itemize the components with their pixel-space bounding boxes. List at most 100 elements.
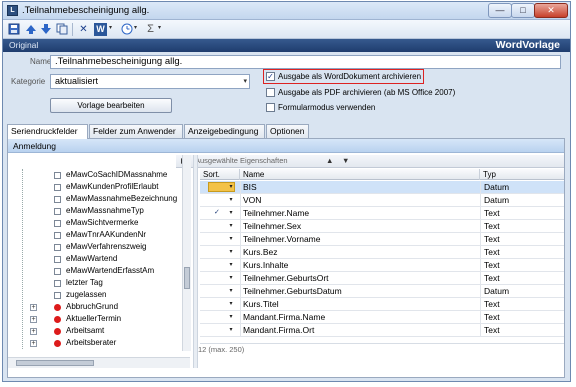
tree-item-checkbox[interactable] bbox=[54, 292, 61, 299]
sort-cell[interactable]: ▾ bbox=[200, 259, 236, 271]
sort-cell[interactable]: ▾ bbox=[200, 233, 236, 245]
move-down-icon[interactable]: ▼ bbox=[342, 156, 349, 165]
expand-icon[interactable]: + bbox=[30, 304, 37, 311]
grid-row[interactable]: ▾ Teilnehmer.GeburtsDatum Datum bbox=[200, 285, 564, 298]
sort-dropdown-icon[interactable]: ▾ bbox=[227, 286, 235, 296]
tree-item-checkbox[interactable] bbox=[54, 208, 61, 215]
section-header[interactable]: Anmeldung bbox=[8, 139, 564, 153]
field-name-cell[interactable]: Kurs.Inhalte bbox=[240, 259, 477, 271]
column-header-typ[interactable]: Typ bbox=[480, 169, 564, 180]
grid-row[interactable]: ✓ ▾ Teilnehmer.Name Text bbox=[200, 207, 564, 220]
sort-dropdown-icon[interactable]: ▾ bbox=[227, 221, 235, 231]
tree-item[interactable]: + Arbeitsamt bbox=[8, 325, 182, 337]
grid-row[interactable]: ▾ VON Datum bbox=[200, 194, 564, 207]
grid-row[interactable]: ▾ Kurs.Bez Text bbox=[200, 246, 564, 259]
grid-row[interactable]: ▾ Kurs.Titel Text bbox=[200, 298, 564, 311]
grid-row[interactable]: ▾ Teilnehmer.GeburtsOrt Text bbox=[200, 272, 564, 285]
close-button[interactable]: ✕ bbox=[534, 3, 568, 18]
history-icon[interactable] bbox=[120, 23, 133, 36]
vorlage-bearbeiten-button[interactable]: Vorlage bearbeiten bbox=[50, 98, 172, 113]
sort-cell[interactable]: ▾ bbox=[200, 311, 236, 323]
field-tree[interactable]: eMawCoSachIDMassnahme eMawKundenProfilErl… bbox=[8, 169, 188, 350]
word-archive-checkbox[interactable]: ✓ bbox=[266, 72, 275, 81]
field-name-cell[interactable]: Mandant.Firma.Name bbox=[240, 311, 477, 323]
tree-item-checkbox[interactable] bbox=[54, 232, 61, 239]
tree-item[interactable]: eMawTnrAAKundenNr bbox=[8, 229, 182, 241]
sort-dropdown-icon[interactable]: ▾ bbox=[227, 325, 235, 335]
tree-item[interactable]: + Arbeitsberater bbox=[8, 337, 182, 349]
pane-splitter[interactable] bbox=[193, 155, 198, 368]
sort-cell[interactable]: ▾ bbox=[200, 298, 236, 310]
tree-item[interactable]: +AusbilderIntern bbox=[8, 349, 182, 350]
tree-item-checkbox[interactable] bbox=[54, 196, 61, 203]
tree-item[interactable]: eMawCoSachIDMassnahme bbox=[8, 169, 182, 181]
formularmodus-checkbox[interactable] bbox=[266, 103, 275, 112]
expand-icon[interactable]: + bbox=[30, 328, 37, 335]
field-name-cell[interactable]: Teilnehmer.Vorname bbox=[240, 233, 477, 245]
name-input[interactable]: .Teilnahmebescheinigung allg. bbox=[50, 55, 561, 69]
tree-item[interactable]: eMawSichtvermerke bbox=[8, 217, 182, 229]
tree-item[interactable]: letzter Tag bbox=[8, 277, 182, 289]
pdf-archive-checkbox-row[interactable]: Ausgabe als PDF archivieren (ab MS Offic… bbox=[266, 87, 456, 99]
formularmodus-checkbox-row[interactable]: Formularmodus verwenden bbox=[266, 102, 376, 114]
sort-dropdown-icon[interactable]: ▾ bbox=[227, 234, 235, 244]
sort-dropdown-icon[interactable]: ▾ bbox=[227, 299, 235, 309]
history-dropdown-icon[interactable]: ▾ bbox=[134, 24, 137, 31]
sort-cell[interactable]: ▾ bbox=[200, 181, 236, 193]
field-name-cell[interactable]: Teilnehmer.GeburtsDatum bbox=[240, 285, 477, 297]
column-header-name[interactable]: Name bbox=[240, 169, 480, 180]
expand-icon[interactable]: + bbox=[30, 340, 37, 347]
tree-item[interactable]: eMawWartend bbox=[8, 253, 182, 265]
title-bar[interactable]: L .Teilnahmebescheinigung allg. — □ ✕ bbox=[3, 2, 570, 20]
copy-icon[interactable] bbox=[55, 23, 68, 36]
minimize-button[interactable]: — bbox=[488, 3, 512, 18]
field-name-cell[interactable]: VON bbox=[240, 194, 477, 206]
word-dropdown-icon[interactable]: ▾ bbox=[109, 24, 112, 31]
grid-row[interactable]: ▾ Teilnehmer.Sex Text bbox=[200, 220, 564, 233]
tree-hscroll-thumb[interactable] bbox=[16, 360, 94, 366]
sort-cell[interactable]: ✓ ▾ bbox=[200, 207, 236, 219]
sort-dropdown-icon[interactable]: ▾ bbox=[227, 260, 235, 270]
tree-item-checkbox[interactable] bbox=[54, 172, 61, 179]
field-name-cell[interactable]: Kurs.Titel bbox=[240, 298, 477, 310]
grid-row[interactable]: ▾ Kurs.Inhalte Text bbox=[200, 259, 564, 272]
sort-cell[interactable]: ▾ bbox=[200, 246, 236, 258]
tree-item[interactable]: zugelassen bbox=[8, 289, 182, 301]
field-name-cell[interactable]: Teilnehmer.Sex bbox=[240, 220, 477, 232]
tree-item-checkbox[interactable] bbox=[54, 184, 61, 191]
tab-felder-zum-anwender[interactable]: Felder zum Anwender bbox=[89, 124, 183, 138]
maximize-button[interactable]: □ bbox=[511, 3, 535, 18]
field-name-cell[interactable]: Teilnehmer.Name bbox=[240, 207, 477, 219]
arrow-up-icon[interactable] bbox=[24, 23, 37, 36]
sum-icon[interactable]: Σ bbox=[144, 23, 157, 36]
tree-item[interactable]: eMawKundenProfilErlaubt bbox=[8, 181, 182, 193]
sort-dropdown-icon[interactable]: ▾ bbox=[227, 312, 235, 322]
tab-seriendruckfelder[interactable]: Seriendruckfelder bbox=[7, 124, 88, 139]
tree-item[interactable]: eMawWartendErfasstAm bbox=[8, 265, 182, 277]
sort-cell[interactable]: ▾ bbox=[200, 285, 236, 297]
sort-dropdown-icon[interactable]: ▾ bbox=[227, 195, 235, 205]
sort-cell[interactable]: ▾ bbox=[200, 272, 236, 284]
tree-scroll-thumb[interactable] bbox=[184, 267, 190, 289]
column-header-sort[interactable]: Sort. bbox=[200, 169, 240, 180]
tree-item-checkbox[interactable] bbox=[54, 268, 61, 275]
sort-cell[interactable]: ▾ bbox=[200, 220, 236, 232]
sort-cell[interactable]: ▾ bbox=[200, 194, 236, 206]
grid-row[interactable]: ▾ Mandant.Firma.Ort Text bbox=[200, 324, 564, 337]
field-name-cell[interactable]: Mandant.Firma.Ort bbox=[240, 324, 477, 336]
grid-row[interactable]: ▾ BIS Datum bbox=[200, 181, 564, 194]
tree-item-checkbox[interactable] bbox=[54, 244, 61, 251]
sort-dropdown-icon[interactable]: ▾ bbox=[227, 208, 235, 218]
tree-item[interactable]: + AktuellerTermin bbox=[8, 313, 182, 325]
sum-dropdown-icon[interactable]: ▾ bbox=[158, 24, 161, 31]
word-archive-checkbox-row[interactable]: ✓ Ausgabe als WordDokument archivieren bbox=[266, 71, 424, 83]
expand-icon[interactable]: + bbox=[30, 316, 37, 323]
field-name-cell[interactable]: BIS bbox=[240, 181, 477, 193]
sort-dropdown-icon[interactable]: ▾ bbox=[227, 273, 235, 283]
move-up-icon[interactable]: ▲ bbox=[326, 156, 333, 165]
tab-optionen[interactable]: Optionen bbox=[266, 124, 309, 138]
tree-item[interactable]: eMawMassnahmeBezeichnung bbox=[8, 193, 182, 205]
field-name-cell[interactable]: Teilnehmer.GeburtsOrt bbox=[240, 272, 477, 284]
tree-horizontal-scrollbar[interactable] bbox=[8, 357, 190, 368]
tree-item-checkbox[interactable] bbox=[54, 220, 61, 227]
